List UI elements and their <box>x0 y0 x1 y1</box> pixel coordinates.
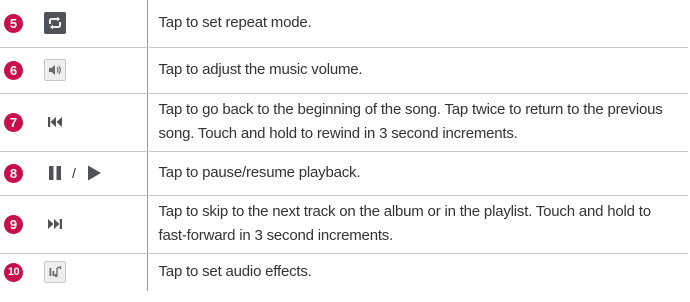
table-row: 6 Tap to adjust the music volume. <box>0 47 688 94</box>
pause-icon <box>44 162 66 184</box>
description-text: Tap to set repeat mode. <box>146 0 688 48</box>
icon-cell: 9 <box>0 195 147 254</box>
description-text: Tap to pause/resume playback. <box>146 151 688 196</box>
repeat-icon <box>44 12 66 35</box>
step-number-badge: 7 <box>4 112 23 132</box>
next-track-icon <box>44 213 66 235</box>
volume-icon <box>44 59 66 81</box>
controls-table: 5 Tap to set repeat mode. 6 Tap to adjus… <box>0 0 688 291</box>
table-row: 7 Tap to go back to the beginning of the… <box>0 93 688 152</box>
icon-cell: 10 <box>0 253 147 291</box>
table-row: 8 / Tap to pause/resume playback. <box>0 151 688 196</box>
icon-cell: 8 / <box>0 151 147 196</box>
step-number-badge: 10 <box>4 262 23 282</box>
play-icon <box>83 162 105 184</box>
icon-cell: 7 <box>0 93 147 152</box>
audio-effects-icon <box>44 261 66 284</box>
step-number-badge: 9 <box>4 214 23 234</box>
step-number-badge: 6 <box>4 60 23 80</box>
previous-track-icon <box>44 111 66 133</box>
description-text: Tap to skip to the next track on the alb… <box>146 195 688 254</box>
step-number-badge: 5 <box>4 13 23 33</box>
separator-slash: / <box>72 165 76 181</box>
description-text: Tap to set audio effects. <box>146 253 688 291</box>
step-number-badge: 8 <box>4 163 23 183</box>
icon-cell: 6 <box>0 47 147 94</box>
table-row: 10 Tap to set audio effects. <box>0 253 688 291</box>
icon-cell: 5 <box>0 0 147 48</box>
description-text: Tap to go back to the beginning of the s… <box>146 93 688 152</box>
table-row: 9 Tap to skip to the next track on the a… <box>0 195 688 254</box>
description-text: Tap to adjust the music volume. <box>146 47 688 94</box>
table-row: 5 Tap to set repeat mode. <box>0 0 688 48</box>
